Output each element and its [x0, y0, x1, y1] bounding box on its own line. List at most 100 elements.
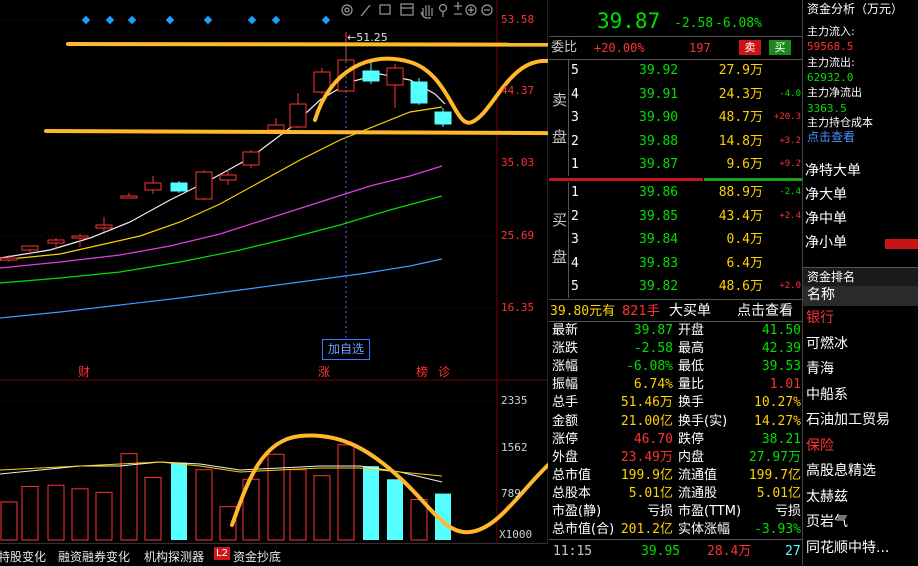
- order-price[interactable]: 39.84: [639, 233, 678, 246]
- stat-label: 最新: [552, 323, 579, 338]
- order-change: -2.4: [779, 187, 801, 197]
- stat-value: 199.9亿: [620, 467, 673, 483]
- order-change: +2.4: [779, 210, 801, 221]
- main-cost-label: 主力持仓成本: [807, 116, 873, 129]
- ranking-item[interactable]: 中船系: [806, 388, 848, 402]
- stat-value: 27.97万: [748, 449, 801, 465]
- tab-fund-bottom-fishing[interactable]: 资金抄底: [233, 548, 281, 565]
- order-price[interactable]: 39.90: [639, 111, 678, 124]
- ranking-item[interactable]: 太赫兹: [806, 490, 848, 504]
- volume-bar: [47, 484, 65, 541]
- kline-chart[interactable]: ←51.25: [0, 0, 548, 543]
- order-price[interactable]: 39.85: [639, 210, 678, 223]
- volume-bar: [289, 469, 307, 541]
- window-icon[interactable]: [400, 3, 414, 16]
- stat-label: 内盘: [678, 449, 705, 465]
- volume-bar: [267, 453, 285, 541]
- ranking-item[interactable]: 石油加工贸易: [806, 413, 890, 427]
- order-volume: 6.4万: [726, 255, 763, 271]
- ranking-item[interactable]: 保险: [806, 439, 834, 453]
- volume-bar: [387, 479, 403, 540]
- candle[interactable]: [219, 170, 237, 185]
- ranking-item[interactable]: 银行: [806, 311, 834, 325]
- candle[interactable]: [120, 193, 138, 199]
- ranking-name-header[interactable]: 名称: [807, 288, 835, 302]
- ranking-item[interactable]: 页岩气: [806, 515, 848, 529]
- order-change: +9.2: [779, 159, 801, 169]
- event-marker-limit-up[interactable]: 涨: [318, 366, 330, 378]
- stat-value: 23.49万: [620, 449, 673, 465]
- ranking-item[interactable]: 同花顺中特...: [806, 541, 889, 555]
- main-outflow-value: 62932.0: [807, 71, 854, 84]
- buy-side-label: 买: [552, 211, 568, 229]
- volume-bars[interactable]: [0, 444, 451, 541]
- candle[interactable]: [195, 170, 213, 200]
- event-marker-diagnose[interactable]: 诊: [438, 366, 450, 378]
- order-price[interactable]: 39.86: [639, 186, 678, 199]
- order-level-index: 3: [571, 232, 579, 247]
- stat-label: 涨幅: [552, 359, 579, 375]
- volume-bar: [171, 462, 187, 540]
- order-level-index: 3: [571, 110, 579, 125]
- pen-draw-icon[interactable]: [360, 4, 371, 17]
- candle[interactable]: [71, 234, 89, 247]
- event-marker-ranking[interactable]: 榜: [416, 366, 428, 378]
- order-price[interactable]: 39.83: [639, 257, 678, 270]
- price-change: -2.58: [674, 16, 714, 31]
- ranking-item[interactable]: 可燃冰: [806, 337, 848, 351]
- order-level-index: 4: [571, 255, 579, 271]
- hand-pan-icon[interactable]: [420, 5, 433, 19]
- ma30-line: [0, 195, 443, 284]
- candle[interactable]: [410, 78, 428, 105]
- add-to-watchlist-button[interactable]: 加自选: [322, 339, 370, 360]
- candle[interactable]: [289, 93, 307, 128]
- order-price[interactable]: 39.88: [639, 135, 678, 148]
- buy-button[interactable]: 买: [769, 40, 791, 55]
- zoom-in-icon[interactable]: [465, 4, 477, 16]
- candle[interactable]: [242, 150, 260, 168]
- order-volume: 27.9万: [718, 63, 763, 78]
- stat-label: 量比: [678, 377, 705, 393]
- order-price[interactable]: 39.82: [639, 280, 678, 293]
- stat-label: 最高: [678, 341, 705, 357]
- stock-terminal: ←51.25 53.58 44.37 35.03 25.69 16.35 233…: [0, 0, 918, 566]
- candle[interactable]: [170, 181, 188, 193]
- tab-special-stock-change[interactable]: 特股变化: [0, 548, 46, 565]
- main-net-outflow-label: 主力净流出: [807, 86, 862, 99]
- zoom-out-icon[interactable]: [481, 4, 493, 16]
- candle[interactable]: [47, 238, 65, 250]
- volume-level-label: 789: [501, 487, 521, 500]
- event-marker-finance[interactable]: 财: [78, 366, 90, 378]
- big-order-view-link[interactable]: 点击查看: [737, 304, 793, 318]
- order-price[interactable]: 39.87: [639, 158, 678, 171]
- stat-label: 总股本: [552, 485, 592, 501]
- sell-button[interactable]: 卖: [739, 40, 761, 55]
- volume-level-label: 1562: [501, 441, 528, 454]
- settings-gear-icon[interactable]: [341, 4, 353, 16]
- stat-value: 46.70: [633, 431, 673, 447]
- pin-icon[interactable]: [438, 3, 448, 18]
- fund-view-link[interactable]: 点击查看: [807, 131, 855, 143]
- candlesticks[interactable]: [0, 32, 452, 262]
- order-price[interactable]: 39.92: [639, 64, 678, 77]
- stat-label: 金额: [552, 413, 579, 429]
- plus-minus-icon[interactable]: [454, 2, 462, 15]
- tab-margin-trading-change[interactable]: 融资融券变化: [58, 548, 130, 565]
- stat-value: 39.53: [761, 359, 801, 375]
- order-volume: 43.4万: [718, 208, 763, 224]
- ranking-item[interactable]: 高股息精选: [806, 464, 876, 478]
- candle[interactable]: [144, 176, 162, 194]
- eraser-icon[interactable]: [379, 4, 391, 15]
- ranking-item[interactable]: 青海: [806, 362, 834, 376]
- wei-bi-value: +20.00%: [594, 41, 645, 55]
- order-volume: 88.9万: [718, 185, 763, 200]
- candle[interactable]: [434, 108, 452, 127]
- candle[interactable]: [386, 64, 404, 108]
- order-price[interactable]: 39.91: [639, 88, 678, 101]
- tab-institution-detector[interactable]: 机构探测器: [144, 548, 204, 565]
- stat-label: 换手(实): [678, 413, 728, 429]
- sell-side-label: 盘: [552, 128, 568, 146]
- stat-value: 41.50: [761, 323, 801, 338]
- order-level-index: 1: [571, 185, 579, 200]
- stat-label: 市盈(静): [552, 504, 602, 519]
